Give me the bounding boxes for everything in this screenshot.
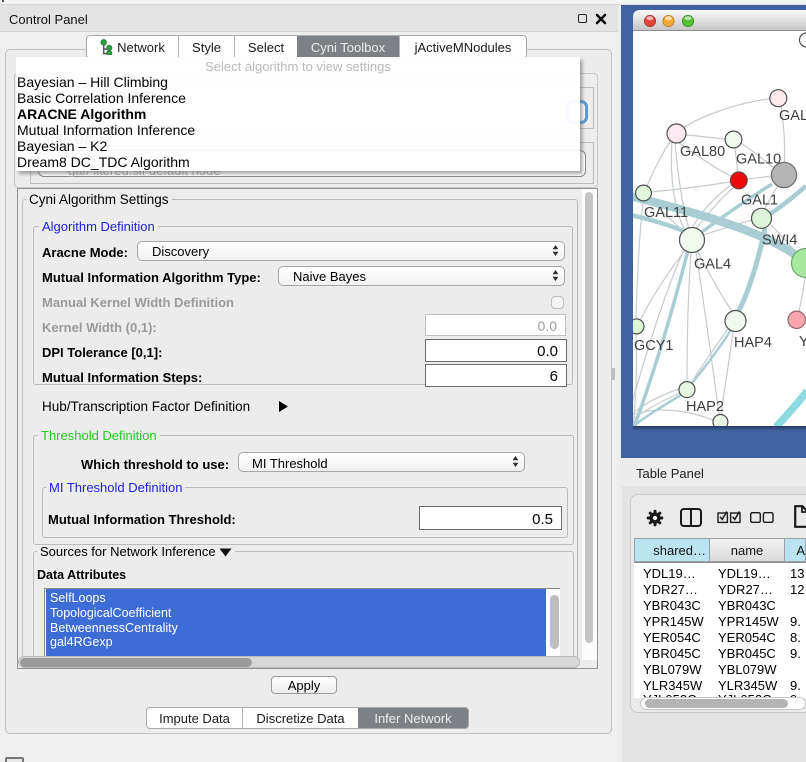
svg-text:GAL10: GAL10 (736, 152, 781, 168)
svg-text:SWI4: SWI4 (762, 233, 797, 249)
svg-text:GAL1: GAL1 (741, 193, 778, 209)
svg-text:HAP2: HAP2 (686, 399, 724, 415)
svg-text:Y: Y (799, 334, 806, 350)
svg-text:GAL4: GAL4 (694, 257, 731, 273)
svg-text:GAL11: GAL11 (644, 205, 688, 221)
svg-text:GAL: GAL (779, 108, 806, 124)
svg-text:HAP4: HAP4 (734, 335, 772, 351)
svg-text:GAL80: GAL80 (680, 144, 725, 160)
svg-text:GCY1: GCY1 (634, 338, 674, 354)
